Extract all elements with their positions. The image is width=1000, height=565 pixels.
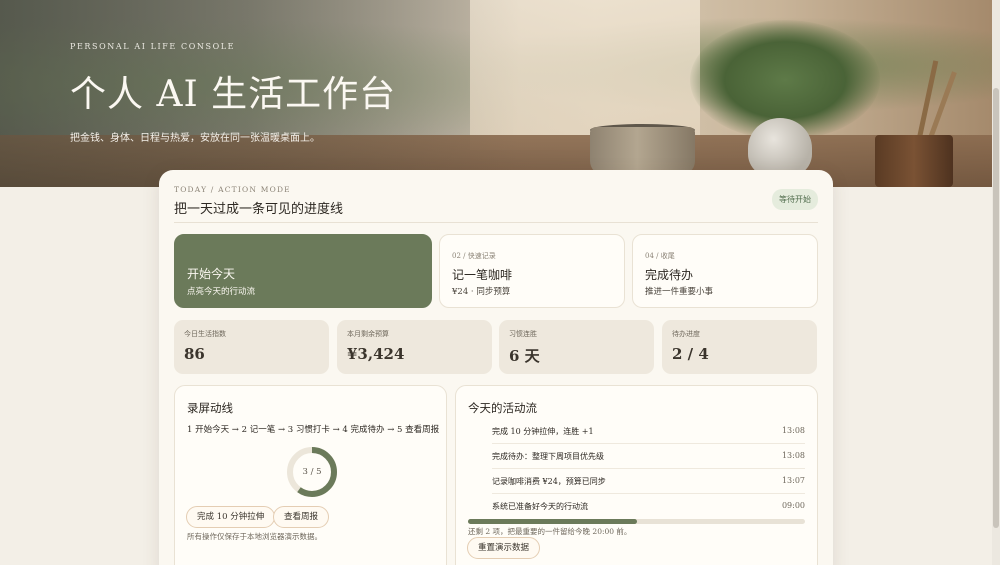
scrollbar-thumb[interactable] <box>993 88 999 528</box>
panel-header: TODAY / ACTION MODE 把一天过成一条可见的进度线 等待开始 <box>174 185 818 217</box>
start-today-card[interactable]: 开始今天 点亮今天的行动流 <box>174 234 432 308</box>
panel-title: 把一天过成一条可见的进度线 <box>174 202 344 217</box>
activity-time: 13:08 <box>781 426 805 435</box>
progress-ring-label: 3 / 5 <box>302 467 322 477</box>
hero-photo-cup <box>590 127 695 175</box>
progress-ring: 3 / 5 <box>285 445 339 499</box>
flow-note: 所有操作仅保存于本地浏览器演示数据。 <box>187 532 322 541</box>
log-coffee-card[interactable]: 02 / 快速记录 记一笔咖啡 ¥24 · 同步预算 <box>439 234 625 308</box>
stat-label: 今日生活指数 <box>184 330 226 338</box>
stat-habit-streak: 习惯连胜 6 天 <box>499 320 654 374</box>
stat-value: 6 天 <box>509 347 540 365</box>
activity-time: 09:00 <box>781 501 805 510</box>
card-title: 开始今天 <box>187 267 236 281</box>
stat-life-index: 今日生活指数 86 <box>174 320 329 374</box>
activity-row: 完成 10 分钟拉伸，连胜 +1 13:08 <box>492 419 805 444</box>
status-badge: 等待开始 <box>772 189 818 210</box>
activity-row: 完成待办：整理下周项目优先级 13:08 <box>492 444 805 469</box>
stat-value: 86 <box>184 345 205 363</box>
page-scrollbar[interactable] <box>992 0 1000 565</box>
action-panel: TODAY / ACTION MODE 把一天过成一条可见的进度线 等待开始 开… <box>159 170 833 565</box>
stat-budget: 本月剩余预算 ¥3,424 <box>337 320 492 374</box>
hero-kicker: PERSONAL AI LIFE CONSOLE <box>70 42 236 51</box>
page: PERSONAL AI LIFE CONSOLE 个人 AI 生活工作台 把金钱… <box>0 0 1000 565</box>
complete-stretch-button[interactable]: 完成 10 分钟拉伸 <box>186 506 276 528</box>
activity-progress-fill <box>468 519 637 524</box>
hero-banner: PERSONAL AI LIFE CONSOLE 个人 AI 生活工作台 把金钱… <box>0 0 992 187</box>
view-weekly-button[interactable]: 查看周报 <box>273 506 330 528</box>
activity-row: 系统已准备好今天的行动流 09:00 <box>492 494 805 519</box>
complete-todo-card[interactable]: 04 / 收尾 完成待办 推进一件重要小事 <box>632 234 818 308</box>
card-title: 记一笔咖啡 <box>452 268 513 282</box>
flow-steps: 1 开始今天 → 2 记一笔 → 3 习惯打卡 → 4 完成待办 → 5 查看周… <box>187 425 440 435</box>
activity-text: 完成待办：整理下周项目优先级 <box>492 452 604 461</box>
panel-kicker: TODAY / ACTION MODE <box>174 185 291 194</box>
activity-title: 今天的活动流 <box>468 401 537 415</box>
reset-demo-button[interactable]: 重置演示数据 <box>467 537 541 559</box>
stat-value: 2 / 4 <box>672 345 709 363</box>
stat-todo-progress: 待办进度 2 / 4 <box>662 320 817 374</box>
hero-subtitle: 把金钱、身体、日程与热爱，安放在同一张温暖桌面上。 <box>70 133 320 144</box>
card-title: 完成待办 <box>645 268 694 282</box>
flow-card: 录屏动线 1 开始今天 → 2 记一笔 → 3 习惯打卡 → 4 完成待办 → … <box>174 385 447 565</box>
stat-label: 习惯连胜 <box>509 330 537 338</box>
card-subtitle: 点亮今天的行动流 <box>187 287 256 297</box>
stat-label: 待办进度 <box>672 330 700 338</box>
activity-card: 今天的活动流 完成 10 分钟拉伸，连胜 +1 13:08 完成待办：整理下周项… <box>455 385 818 565</box>
card-subtitle: 推进一件重要小事 <box>645 287 714 297</box>
activity-time: 13:08 <box>781 451 805 460</box>
card-kicker: 02 / 快速记录 <box>452 252 496 260</box>
activity-progress-bar <box>468 519 805 524</box>
activity-text: 系统已准备好今天的行动流 <box>492 502 588 511</box>
stat-label: 本月剩余预算 <box>347 330 389 338</box>
activity-row: 记录咖啡消费 ¥24，预算已同步 13:07 <box>492 469 805 494</box>
stat-value: ¥3,424 <box>347 345 405 363</box>
hero-title: 个人 AI 生活工作台 <box>70 74 397 115</box>
flow-title: 录屏动线 <box>187 401 233 415</box>
activity-text: 记录咖啡消费 ¥24，预算已同步 <box>492 477 606 486</box>
activity-note: 还剩 2 项，把最重要的一件留给今晚 20:00 前。 <box>468 527 632 536</box>
hero-photo-pot <box>875 135 953 187</box>
activity-text: 完成 10 分钟拉伸，连胜 +1 <box>492 427 594 436</box>
activity-time: 13:07 <box>781 476 805 485</box>
card-subtitle: ¥24 · 同步预算 <box>452 287 511 297</box>
panel-divider <box>174 222 818 223</box>
hero-photo-vase <box>748 118 812 178</box>
hero-text: PERSONAL AI LIFE CONSOLE 个人 AI 生活工作台 把金钱… <box>70 42 396 144</box>
card-kicker: 04 / 收尾 <box>645 252 675 260</box>
